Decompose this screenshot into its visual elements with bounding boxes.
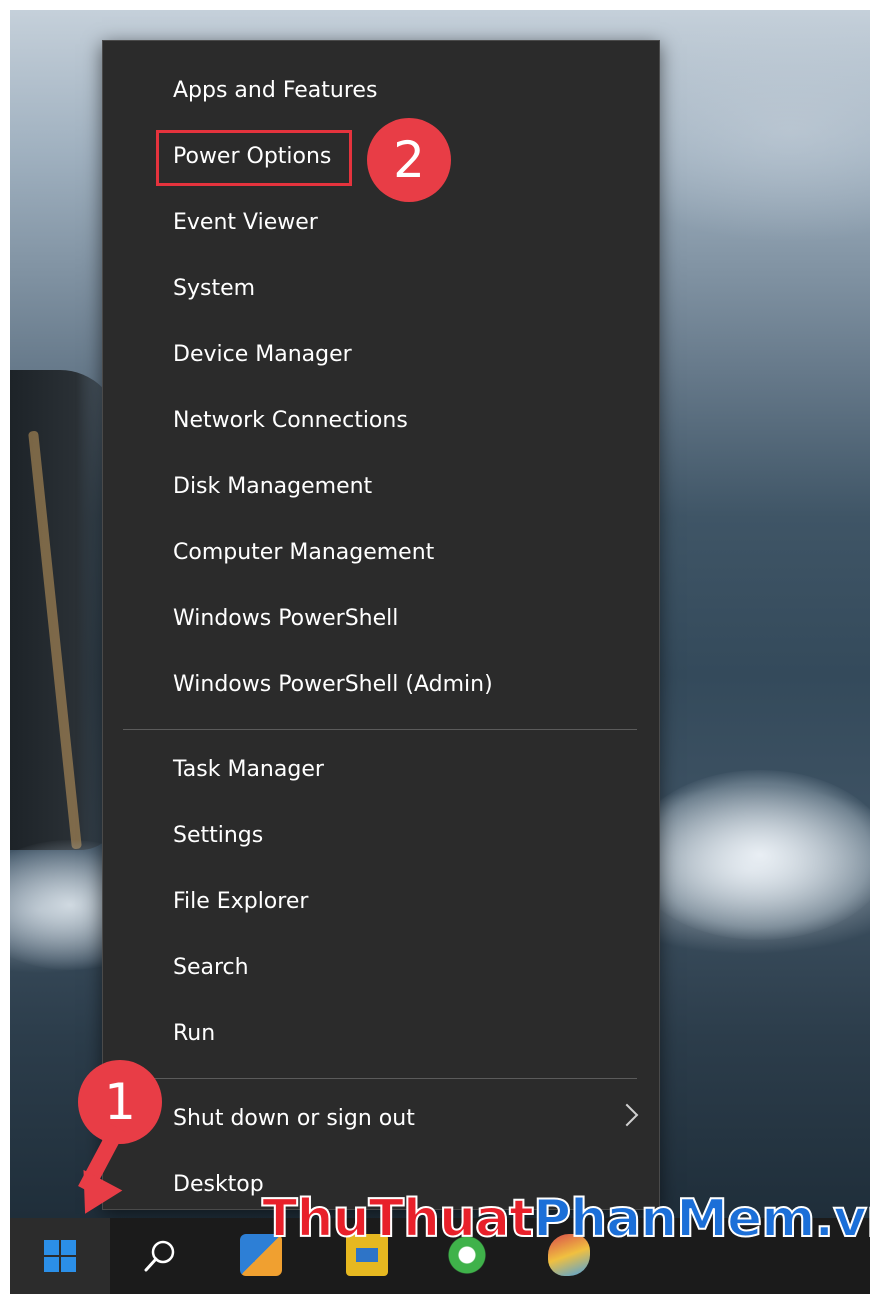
power-options-highlight-box	[156, 130, 352, 186]
watermark-part-2: PhanMem.vn	[532, 1188, 870, 1250]
menu-item-system[interactable]: System	[103, 259, 659, 319]
menu-separator	[123, 729, 637, 730]
menu-item-disk-management[interactable]: Disk Management	[103, 457, 659, 517]
chevron-right-icon	[615, 1103, 639, 1127]
wallpaper-wave	[630, 770, 870, 940]
menu-item-windows-powershell-admin[interactable]: Windows PowerShell (Admin)	[103, 655, 659, 715]
menu-item-apps-and-features[interactable]: Apps and Features	[103, 61, 659, 121]
start-button[interactable]	[10, 1218, 110, 1294]
step-2-badge: 2	[367, 118, 451, 202]
menu-item-file-explorer[interactable]: File Explorer	[103, 872, 659, 932]
menu-item-device-manager[interactable]: Device Manager	[103, 325, 659, 385]
winx-context-menu: Apps and Features Power Options Event Vi…	[102, 40, 660, 1210]
menu-item-search[interactable]: Search	[103, 938, 659, 998]
menu-item-event-viewer[interactable]: Event Viewer	[103, 193, 659, 253]
watermark-part-1: ThuThuat	[261, 1188, 535, 1250]
site-watermark: ThuThuatPhanMem.vn	[261, 1184, 870, 1254]
menu-item-task-manager[interactable]: Task Manager	[103, 740, 659, 800]
menu-item-settings[interactable]: Settings	[103, 806, 659, 866]
search-icon[interactable]	[142, 1238, 178, 1274]
windows-logo-icon	[44, 1240, 76, 1272]
menu-item-network-connections[interactable]: Network Connections	[103, 391, 659, 451]
desktop-screen: Apps and Features Power Options Event Vi…	[10, 10, 870, 1294]
menu-item-run[interactable]: Run	[103, 1004, 659, 1064]
menu-separator	[123, 1078, 637, 1079]
menu-item-windows-powershell[interactable]: Windows PowerShell	[103, 589, 659, 649]
menu-item-shut-down-or-sign-out[interactable]: Shut down or sign out	[103, 1089, 659, 1149]
menu-item-computer-management[interactable]: Computer Management	[103, 523, 659, 583]
menu-item-label: Shut down or sign out	[173, 1106, 415, 1131]
